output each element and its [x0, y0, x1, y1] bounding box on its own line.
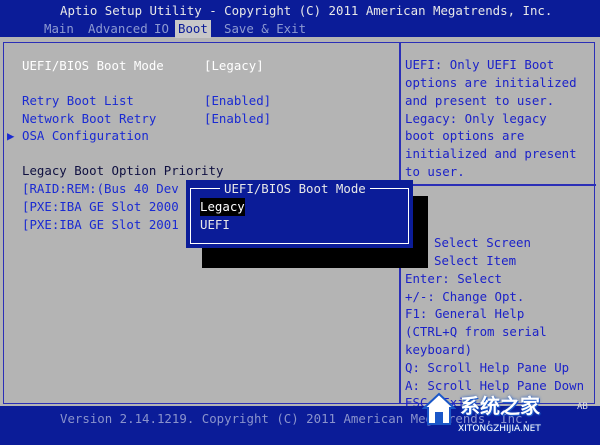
- boot-option-3[interactable]: [PXE:IBA GE Slot 2001: [22, 216, 179, 234]
- help-line-3: and present to user.: [405, 93, 555, 108]
- boot-option-2[interactable]: [PXE:IBA GE Slot 2000: [22, 198, 179, 216]
- watermark-text: 系统之家: [460, 394, 540, 418]
- house-logo-icon: [422, 392, 456, 425]
- tab-io[interactable]: IO: [154, 20, 169, 38]
- watermark-url: XITONGZHIJIA.NET: [458, 424, 541, 434]
- help-line-2: options are initialized: [405, 75, 577, 90]
- popup-option-uefi[interactable]: UEFI: [200, 216, 230, 234]
- boot-option-1[interactable]: [RAID:REM:(Bus 40 Dev: [22, 180, 179, 198]
- help-line-7: to user.: [405, 164, 465, 179]
- tab-advanced[interactable]: Advanced: [88, 20, 148, 38]
- submenu-arrow-icon: ▶: [7, 128, 15, 143]
- key-help-change: +/-: Change Opt.: [405, 289, 525, 304]
- tab-save-exit[interactable]: Save & Exit: [224, 20, 306, 38]
- network-boot-retry-label[interactable]: Network Boot Retry: [22, 110, 156, 128]
- boot-mode-label[interactable]: UEFI/BIOS Boot Mode: [22, 57, 164, 75]
- app-title: Aptio Setup Utility - Copyright (C) 2011…: [60, 3, 553, 18]
- key-help-select-item: Select Item: [434, 253, 517, 268]
- retry-boot-list-value[interactable]: [Enabled]: [204, 92, 271, 110]
- watermark: 系统之家 XITONGZHIJIA.NET: [420, 384, 600, 445]
- help-separator: [402, 184, 596, 186]
- network-boot-retry-value[interactable]: [Enabled]: [204, 110, 271, 128]
- tab-boot[interactable]: Boot: [175, 20, 211, 38]
- popup-title: UEFI/BIOS Boot Mode: [220, 180, 370, 198]
- boot-mode-value[interactable]: [Legacy]: [204, 57, 264, 75]
- help-line-4: Legacy: Only legacy: [405, 111, 547, 126]
- osa-configuration-link[interactable]: OSA Configuration: [22, 127, 149, 145]
- key-help-general: F1: General Help: [405, 306, 525, 321]
- help-line-6: initialized and present: [405, 146, 577, 161]
- key-help-select-screen: Select Screen: [434, 235, 531, 250]
- key-help-enter: Enter: Select: [405, 271, 502, 286]
- retry-boot-list-label[interactable]: Retry Boot List: [22, 92, 134, 110]
- help-line-1: UEFI: Only UEFI Boot: [405, 57, 555, 72]
- tab-main[interactable]: Main: [44, 20, 74, 38]
- legacy-priority-heading: Legacy Boot Option Priority: [22, 163, 224, 178]
- boot-mode-popup: UEFI/BIOS Boot Mode Legacy UEFI: [186, 180, 413, 248]
- key-help-keyboard: keyboard): [405, 342, 473, 357]
- key-help-scroll-up: Q: Scroll Help Pane Up: [405, 360, 570, 375]
- key-help-ctrlq: (CTRL+Q from serial: [405, 324, 547, 339]
- popup-option-legacy[interactable]: Legacy: [200, 198, 245, 216]
- help-line-5: boot options are: [405, 128, 525, 143]
